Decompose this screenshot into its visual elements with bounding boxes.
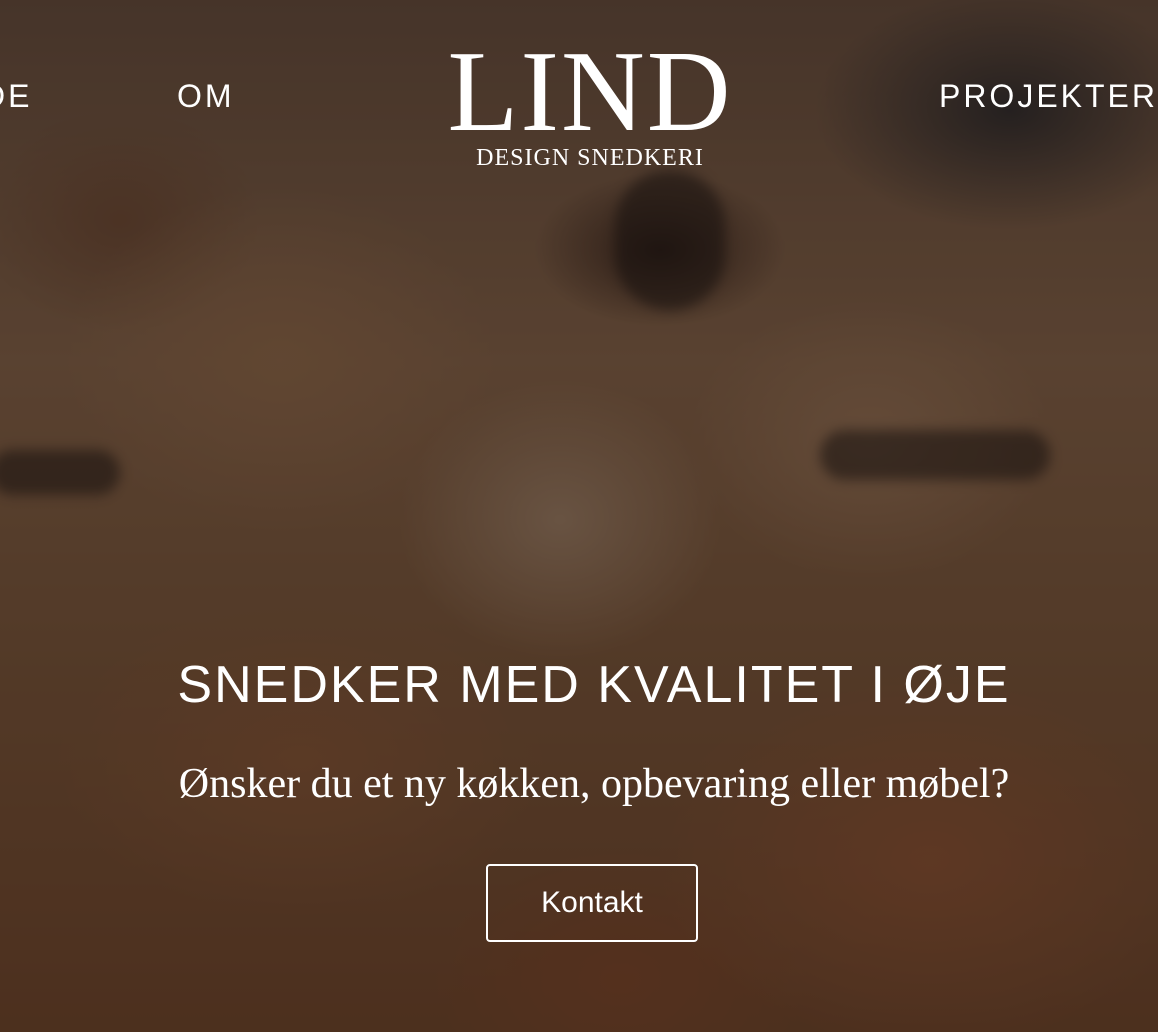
logo-wordmark: LIND (447, 28, 733, 156)
logo-tagline: DESIGN SNEDKERI (476, 145, 704, 171)
contact-button[interactable]: Kontakt (486, 864, 698, 942)
hero-title: SNEDKER MED KVALITET I ØJE (177, 656, 1011, 714)
nav-link-projekter[interactable]: PROJEKTER (939, 74, 1158, 118)
site-logo[interactable]: LIND DESIGN SNEDKERI (440, 28, 740, 172)
hero-subtitle: Ønsker du et ny køkken, opbevaring eller… (178, 761, 1010, 807)
nav-link-partial[interactable]: DE (0, 74, 32, 118)
nav-link-om[interactable]: OM (177, 74, 235, 118)
landing-page: DE OM LIND DESIGN SNEDKERI PROJEKTER SNE… (0, 0, 1158, 1032)
